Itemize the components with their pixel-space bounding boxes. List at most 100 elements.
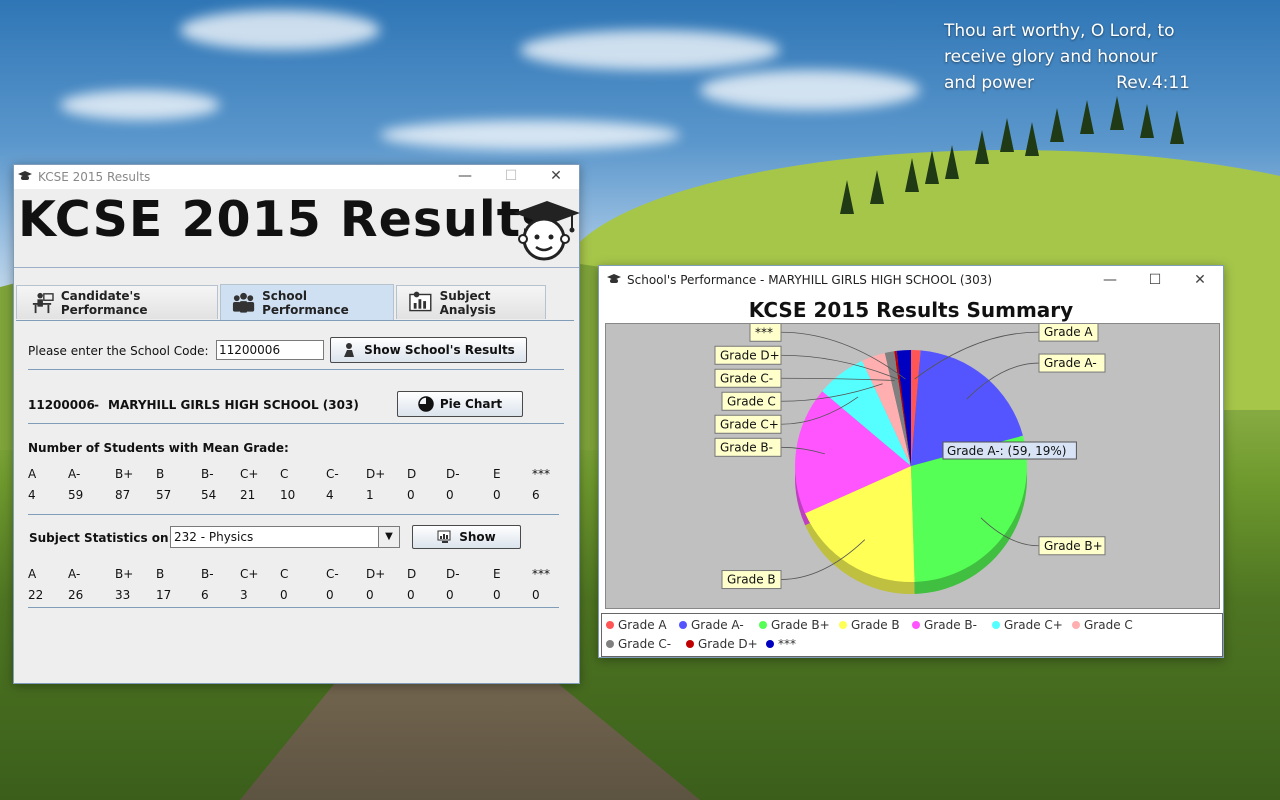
legend-label: Grade B+ [771, 618, 830, 632]
mean-grade-count: 0 [407, 488, 415, 502]
slice-label: Grade A- [1044, 356, 1097, 370]
chart-window-title: School's Performance - MARYHILL GIRLS HI… [627, 273, 993, 287]
grade-header: D+ [366, 467, 386, 481]
subject-grade-count: 3 [240, 588, 248, 602]
group-icon [232, 292, 255, 313]
legend-label: *** [778, 637, 796, 651]
subject-grade-count: 22 [28, 588, 44, 602]
subject-grade-count: 33 [115, 588, 131, 602]
legend-item: Grade D+ [686, 637, 758, 651]
subject-grade-count: 17 [156, 588, 172, 602]
mean-grade-count: 10 [280, 488, 296, 502]
desktop-verse: Thou art worthy, O Lord, to receive glor… [944, 18, 1194, 96]
chart-plot-area[interactable]: Grade A Grade A- Grade B+ *** Grade D+ Grade … [605, 322, 1220, 609]
subject-grade-count: 0 [493, 588, 501, 602]
maximize-button[interactable]: ☐ [488, 165, 534, 187]
subject-grade-count: 0 [366, 588, 374, 602]
mean-grade-count: 59 [68, 488, 84, 502]
grade-header: D- [446, 467, 460, 481]
subject-grade-count: 0 [532, 588, 540, 602]
grade-header: C- [326, 467, 339, 481]
chevron-down-icon[interactable]: ▼ [378, 527, 399, 547]
tab-subject-analysis[interactable]: Subject Analysis [396, 285, 546, 319]
legend-dot [679, 621, 687, 629]
legend-dot [839, 621, 847, 629]
grade-header: *** [532, 467, 550, 481]
slice-tooltip: Grade A-: (59, 19%) [947, 444, 1066, 458]
subject-grade-count: 6 [201, 588, 209, 602]
school-code-input[interactable]: 11200006 [216, 340, 324, 360]
legend-label: Grade B [851, 618, 900, 632]
grade-header: C+ [240, 467, 259, 481]
subject-grade-count: 0 [446, 588, 454, 602]
grade-header: B+ [115, 567, 134, 581]
tab-strip: Candidate's Performance School Performan… [16, 284, 576, 321]
grade-header: D [407, 567, 417, 581]
tab-school-performance[interactable]: School Performance [220, 284, 394, 320]
chart-board-icon [409, 291, 432, 311]
subject-grade-count: 0 [326, 588, 334, 602]
grade-header: A- [68, 567, 81, 581]
grade-header: C [280, 567, 289, 581]
subject-grade-count: 0 [407, 588, 415, 602]
legend-item: Grade B- [912, 618, 977, 632]
minimize-button[interactable]: — [442, 165, 488, 187]
legend-item: Grade A- [679, 618, 744, 632]
chart-titlebar[interactable]: School's Performance - MARYHILL GIRLS HI… [599, 266, 1223, 294]
slice-label: Grade B [727, 573, 776, 587]
maximize-button[interactable]: ☐ [1132, 266, 1178, 294]
legend-item: Grade C- [606, 637, 671, 651]
subject-grade-count: 0 [280, 588, 288, 602]
grade-header: A [28, 567, 37, 581]
grade-header: A- [68, 467, 81, 481]
subject-show-button[interactable]: Show [412, 525, 521, 549]
slice-label: Grade C- [720, 371, 773, 385]
grade-header: C- [326, 567, 339, 581]
slice-label: Grade C [727, 394, 776, 408]
tab-candidates-performance[interactable]: Candidate's Performance [16, 285, 218, 319]
subject-select[interactable]: 232 - Physics ▼ [170, 526, 400, 548]
computer-chart-icon [437, 530, 451, 543]
legend-label: Grade A [618, 618, 667, 632]
pie-chart-icon [418, 396, 434, 412]
tab-label: Candidate's Performance [60, 288, 148, 317]
show-school-results-button[interactable]: Show School's Results [330, 337, 527, 363]
legend-dot [686, 640, 694, 648]
graduation-cap-icon [607, 274, 621, 283]
legend-label: Grade A- [691, 618, 744, 632]
mean-grade-count: 6 [532, 488, 540, 502]
close-button[interactable]: ✕ [533, 165, 579, 187]
chart-title: KCSE 2015 Results Summary [748, 298, 1074, 322]
mean-grade-count: 21 [240, 488, 256, 502]
school-performance-panel: Please enter the School Code: 11200006 S… [16, 320, 574, 681]
pie-chart-button[interactable]: Pie Chart [397, 391, 523, 417]
legend-label: Grade C [1084, 618, 1133, 632]
student-desk-icon [32, 292, 54, 313]
mean-grade-count: 4 [28, 488, 36, 502]
mean-grade-count: 54 [201, 488, 217, 502]
minimize-button[interactable]: — [1087, 266, 1133, 294]
verse-reference: Rev.4:11 [1116, 73, 1190, 93]
person-icon [344, 343, 355, 357]
legend-item: Grade C+ [992, 618, 1063, 632]
grade-header: C+ [240, 567, 259, 581]
school-name: MARYHILL GIRLS HIGH SCHOOL (303) [108, 398, 359, 412]
main-window: KCSE 2015 Results — ☐ ✕ KCSE 2015 Result… [13, 164, 580, 684]
close-button[interactable]: ✕ [1177, 266, 1223, 294]
grade-header: D [407, 467, 417, 481]
school-dash: - [94, 398, 99, 412]
main-titlebar[interactable]: KCSE 2015 Results — ☐ ✕ [14, 165, 579, 189]
legend-dot [606, 640, 614, 648]
legend-item: Grade B+ [759, 618, 830, 632]
chart-legend: Grade A Grade A- Grade B+ Grade B Grade B- Gr… [601, 613, 1223, 657]
slice-label: Grade B- [720, 440, 773, 454]
legend-label: Grade B- [924, 618, 977, 632]
pie-chart[interactable]: Grade A Grade A- Grade B+ *** Grade D+ Grade … [606, 322, 1219, 608]
legend-label: Grade C- [618, 637, 672, 651]
mean-grade-heading: Number of Students with Mean Grade: [28, 441, 289, 455]
banner-title: KCSE 2015 Results [18, 191, 552, 248]
slice-label: *** [755, 325, 773, 339]
mean-grade-count: 87 [115, 488, 131, 502]
slice-label: Grade D+ [720, 348, 780, 362]
verse-line: receive glory and honour [944, 47, 1158, 67]
